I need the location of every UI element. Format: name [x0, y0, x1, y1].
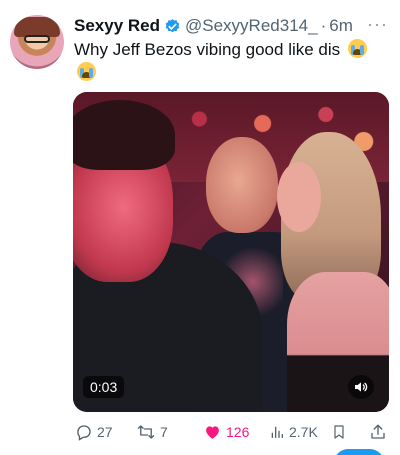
reply-count: 27	[97, 424, 113, 440]
like-button[interactable]: 126	[203, 420, 249, 444]
views-count: 2.7K	[289, 424, 318, 440]
retweet-count: 7	[160, 424, 168, 440]
tweet-text-emoji-line	[74, 62, 96, 83]
tweet-text: Why Jeff Bezos vibing good like dis	[74, 38, 392, 62]
woman-face	[277, 162, 321, 232]
share-button[interactable]	[369, 420, 387, 444]
compose-button-peek[interactable]	[334, 449, 384, 455]
tweet-text-content: Why Jeff Bezos vibing good like dis	[74, 40, 341, 59]
retweet-button[interactable]: 7	[136, 420, 168, 444]
bald-man-head	[206, 137, 278, 233]
video-duration: 0:03	[83, 376, 125, 398]
loudly-crying-face-emoji	[77, 62, 96, 81]
like-count: 126	[226, 424, 250, 440]
heart-icon	[206, 426, 219, 439]
tweet-header: Sexyy Red @SexyyRed314_ · 6m	[74, 15, 353, 37]
avatar[interactable]	[10, 15, 64, 69]
retweet-icon	[137, 425, 155, 439]
views-icon	[271, 426, 283, 438]
foreground-man-hair	[73, 100, 175, 170]
reply-button[interactable]: 27	[75, 420, 113, 444]
volume-icon[interactable]	[348, 375, 374, 399]
bookmark-button[interactable]	[331, 420, 347, 444]
avatar-glasses	[24, 35, 50, 43]
handle[interactable]: @SexyyRed314_	[185, 16, 318, 36]
avatar-hair	[14, 17, 60, 37]
video-media[interactable]	[73, 92, 389, 412]
reply-icon	[77, 425, 91, 441]
verified-badge-icon	[164, 18, 181, 35]
bookmark-icon	[334, 425, 344, 439]
views-button[interactable]: 2.7K	[269, 420, 318, 444]
action-bar: 27 7 126 2.7K	[73, 420, 391, 444]
more-dots-icon[interactable]: ···	[367, 14, 388, 35]
share-icon	[371, 424, 385, 439]
timestamp[interactable]: 6m	[329, 16, 353, 36]
separator-dot: ·	[320, 16, 327, 35]
display-name[interactable]: Sexyy Red	[74, 16, 160, 36]
tweet[interactable]: Sexyy Red @SexyyRed314_ · 6m ··· Why Jef…	[0, 0, 400, 455]
woman-body	[287, 272, 389, 412]
loudly-crying-face-emoji	[347, 39, 367, 58]
